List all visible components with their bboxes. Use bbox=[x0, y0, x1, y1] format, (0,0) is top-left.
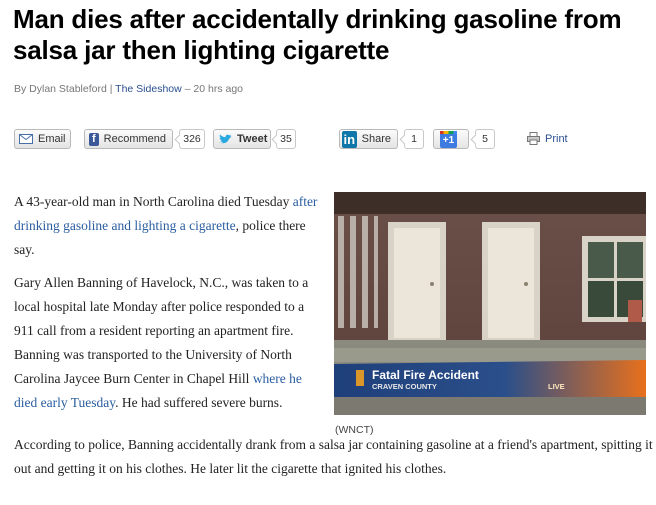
email-label: Email bbox=[38, 133, 66, 145]
paragraph-text: Gary Allen Banning of Havelock, N.C., wa… bbox=[14, 275, 309, 386]
live-badge: LIVE bbox=[548, 382, 565, 391]
print-link[interactable]: Print bbox=[527, 132, 568, 145]
linkedin-icon: in bbox=[342, 130, 357, 148]
tweet-count: 35 bbox=[276, 129, 296, 149]
article-body-column: A 43-year-old man in North Carolina died… bbox=[14, 190, 320, 424]
article-paragraph-3: According to police, Banning accidentall… bbox=[14, 437, 653, 476]
tweet-button[interactable]: Tweet bbox=[213, 129, 271, 149]
article-paragraph-1: A 43-year-old man in North Carolina died… bbox=[14, 190, 320, 262]
article-paragraph-2: Gary Allen Banning of Havelock, N.C., wa… bbox=[14, 271, 320, 415]
byline: By Dylan Stableford | The Sideshow – 20 … bbox=[14, 83, 243, 95]
byline-time: – 20 hrs ago bbox=[181, 83, 244, 95]
share-label: Share bbox=[361, 133, 391, 145]
plusone-count: 5 bbox=[475, 129, 495, 149]
recommend-button[interactable]: f Recommend bbox=[84, 129, 173, 149]
byline-source-link[interactable]: The Sideshow bbox=[115, 83, 182, 95]
printer-icon bbox=[527, 132, 540, 145]
google-plus-one-button[interactable]: +1 bbox=[433, 129, 469, 149]
byline-author: By Dylan Stableford | bbox=[14, 83, 116, 95]
news-video-still[interactable]: Fatal Fire Accident CRAVEN COUNTY LIVE bbox=[334, 192, 646, 415]
print-label: Print bbox=[545, 132, 568, 145]
email-button[interactable]: Email bbox=[14, 129, 71, 149]
facebook-icon: f bbox=[89, 132, 99, 146]
plusone-label: +1 bbox=[442, 135, 455, 146]
article-headline: Man dies after accidentally drinking gas… bbox=[13, 4, 622, 65]
twitter-bird-icon bbox=[218, 134, 232, 145]
paragraph-text: A 43-year-old man in North Carolina died… bbox=[14, 194, 293, 209]
paragraph-text: . He had suffered severe burns. bbox=[115, 395, 283, 410]
recommend-label: Recommend bbox=[103, 133, 166, 145]
linkedin-share-button[interactable]: in Share bbox=[339, 129, 398, 149]
tweet-label: Tweet bbox=[237, 133, 268, 145]
google-plus-one-icon: +1 bbox=[440, 130, 457, 148]
share-count: 1 bbox=[404, 129, 424, 149]
chyron-subtitle: CRAVEN COUNTY bbox=[372, 382, 437, 391]
envelope-icon bbox=[19, 134, 33, 144]
chyron-title: Fatal Fire Accident bbox=[372, 368, 479, 382]
share-bar: Email f Recommend 326 Tweet 35 in Share … bbox=[0, 126, 656, 154]
recommend-count: 326 bbox=[179, 129, 205, 149]
